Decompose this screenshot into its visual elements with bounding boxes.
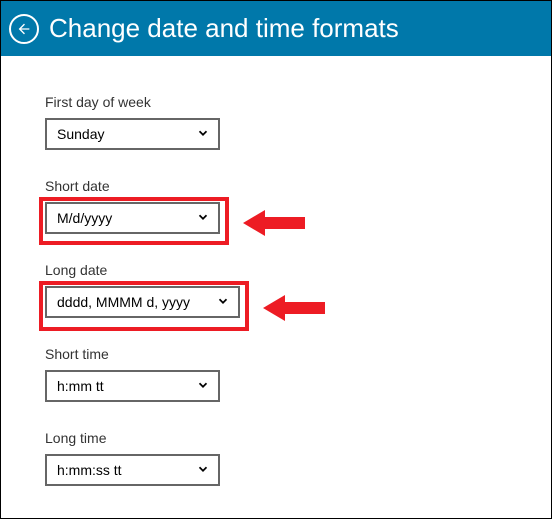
long-date-dropdown[interactable]: dddd, MMMM d, yyyy (45, 286, 240, 318)
highlight-arrow-icon (263, 295, 325, 321)
long-date-value: dddd, MMMM d, yyyy (57, 294, 190, 310)
first-day-label: First day of week (45, 94, 551, 110)
long-date-label: Long date (45, 262, 551, 278)
back-arrow-icon (16, 21, 32, 37)
chevron-down-icon (196, 378, 210, 395)
long-time-value: h:mm:ss tt (57, 462, 122, 478)
chevron-down-icon (196, 210, 210, 227)
header: Change date and time formats (1, 1, 551, 56)
back-button[interactable] (9, 14, 39, 44)
field-long-date: Long date dddd, MMMM d, yyyy (45, 262, 551, 318)
field-short-date: Short date M/d/yyyy (45, 178, 551, 234)
short-time-value: h:mm tt (57, 378, 104, 394)
chevron-down-icon (216, 294, 230, 311)
field-short-time: Short time h:mm tt (45, 346, 551, 402)
field-long-time: Long time h:mm:ss tt (45, 430, 551, 486)
chevron-down-icon (196, 462, 210, 479)
short-date-value: M/d/yyyy (57, 210, 112, 226)
first-day-dropdown[interactable]: Sunday (45, 118, 220, 150)
short-time-dropdown[interactable]: h:mm tt (45, 370, 220, 402)
page-title: Change date and time formats (49, 13, 399, 44)
chevron-down-icon (196, 126, 210, 143)
highlight-arrow-icon (243, 210, 305, 236)
first-day-value: Sunday (57, 126, 104, 142)
field-first-day: First day of week Sunday (45, 94, 551, 150)
short-date-dropdown[interactable]: M/d/yyyy (45, 202, 220, 234)
long-time-dropdown[interactable]: h:mm:ss tt (45, 454, 220, 486)
short-time-label: Short time (45, 346, 551, 362)
long-time-label: Long time (45, 430, 551, 446)
short-date-label: Short date (45, 178, 551, 194)
content-area: First day of week Sunday Short date M/d/… (1, 56, 551, 486)
